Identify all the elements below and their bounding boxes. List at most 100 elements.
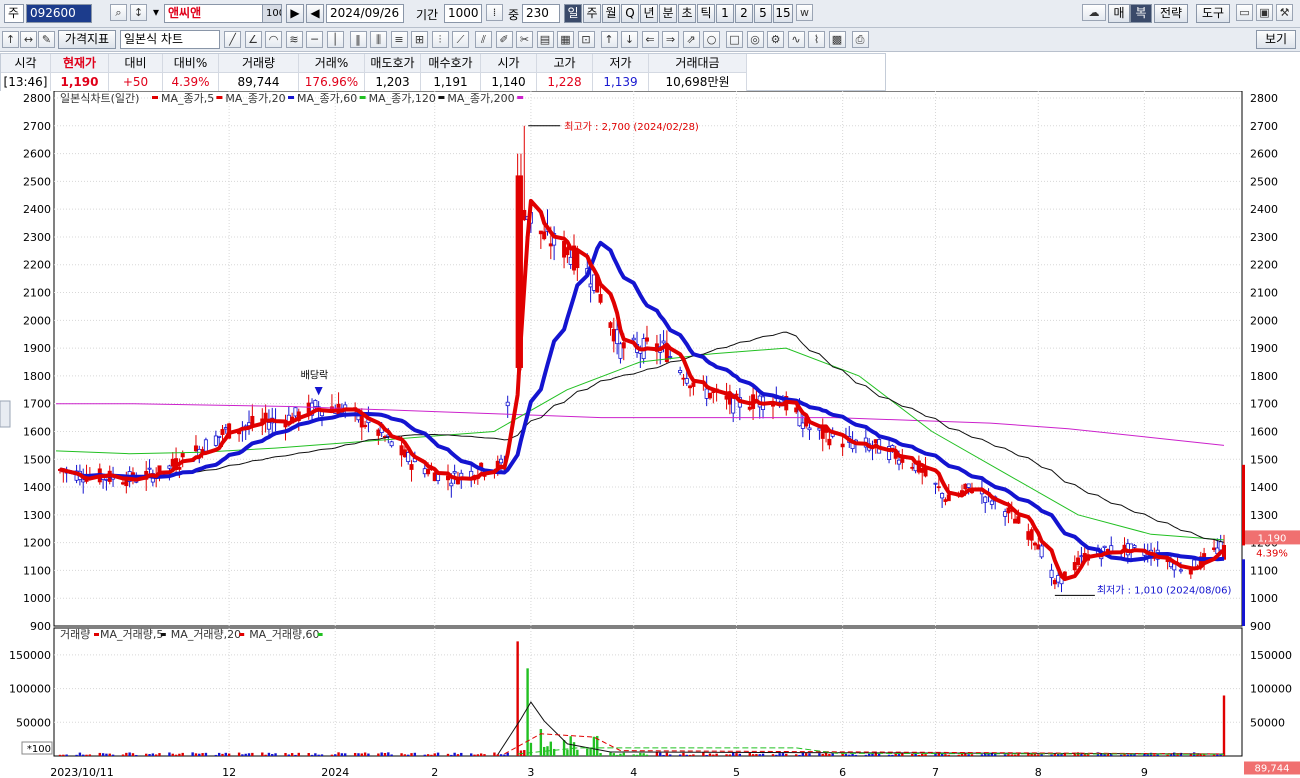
market-selector[interactable]: 주 (4, 4, 24, 23)
candle-body (591, 274, 596, 291)
dropdown-arrow-icon[interactable]: ▾ (150, 4, 160, 23)
quote-value-10: 1,139 (593, 73, 649, 92)
volume-legend-entry: MA_거래량,5 (100, 628, 163, 641)
side-toggle-icon[interactable] (0, 400, 11, 428)
timeframe-11[interactable]: 15 (773, 4, 793, 23)
indicator-tool-icon[interactable]: ▩ (828, 31, 846, 48)
angle-tool-icon[interactable]: ∠ (244, 31, 262, 48)
fill-tool-icon[interactable]: ▤ (536, 31, 554, 48)
print-tool-icon[interactable]: ⎙ (851, 31, 869, 48)
volume-bar (960, 753, 964, 756)
volume-legend-entry: MA_거래량,20 (171, 628, 241, 641)
vline-tool-icon[interactable]: │ (326, 31, 344, 48)
chart-type-select[interactable]: 일본식 차트 (120, 30, 220, 49)
price-tick-right: 1600 (1250, 425, 1278, 438)
ne-arrow-tool-icon[interactable]: ⇗ (682, 31, 700, 48)
current-volume-value: 89,744 (1255, 763, 1290, 774)
stock-code-input[interactable]: 092600 (26, 4, 92, 23)
circle-tool-icon[interactable]: ○ (703, 31, 720, 48)
timeframe-5[interactable]: 분 (659, 4, 677, 23)
arc-tool-icon[interactable]: ◠ (265, 31, 282, 48)
volume-bar (897, 754, 901, 756)
buy-button[interactable]: 매 (1108, 4, 1130, 23)
bars-tool-icon[interactable]: ⫶ (431, 31, 449, 48)
timeframe-4[interactable]: 년 (640, 4, 658, 23)
count-input[interactable]: 230 (522, 4, 560, 23)
legend-swatch (152, 96, 158, 99)
cloud-icon[interactable]: ☁ (1082, 4, 1106, 21)
left-tool-icon[interactable]: ⇐ (641, 31, 659, 48)
rect-tool-icon[interactable]: □ (726, 31, 743, 48)
wrench-icon[interactable]: ⚒ (1276, 4, 1293, 21)
zoom-tool-icon[interactable]: ◎ (746, 31, 764, 48)
volume-legend-swatch (94, 633, 99, 636)
volume-bar (483, 754, 486, 756)
price-indicator-button[interactable]: 가격지표 (58, 30, 116, 49)
color-tool-icon[interactable]: ▦ (557, 31, 574, 48)
volume-bar (314, 753, 317, 756)
timeframe-6[interactable]: 초 (678, 4, 696, 23)
candle-body (1036, 544, 1041, 550)
settings-tool-icon[interactable]: ⚙ (767, 31, 784, 48)
volume-bar (692, 754, 695, 756)
line-tool-icon[interactable]: ╱ (224, 31, 241, 48)
date-input[interactable]: 2024/09/26 (326, 4, 404, 23)
cut-tool-icon[interactable]: ✂ (516, 31, 533, 48)
volume-bar (748, 753, 751, 756)
wave-tool-icon[interactable]: ∿ (787, 31, 805, 48)
candle-body (1079, 555, 1084, 558)
parallel-tool-icon[interactable]: ⫽ (475, 31, 492, 48)
right-tool-icon[interactable]: ⇒ (662, 31, 679, 48)
left-right-icon[interactable]: ↔ (20, 31, 37, 48)
candle-body (684, 378, 689, 384)
timeframe-1[interactable]: 주 (583, 4, 601, 23)
channel-tool-icon[interactable]: ‖ (349, 31, 367, 48)
candle-body (936, 486, 941, 489)
volume-bar (738, 753, 742, 756)
compound-button[interactable]: 복 (1130, 4, 1152, 23)
price-tick-left: 1500 (23, 453, 51, 466)
quote-value-2: +50 (109, 73, 163, 92)
fan-tool-icon[interactable]: ≋ (285, 31, 303, 48)
fib-tool-icon[interactable]: ≡ (390, 31, 408, 48)
sort-icon[interactable]: ↕ (130, 4, 147, 21)
frame-tool-icon[interactable]: ⊡ (577, 31, 595, 48)
timeframe-7[interactable]: 틱 (697, 4, 715, 23)
box-tool-icon[interactable]: ⊞ (411, 31, 428, 48)
timeframe-10[interactable]: 5 (754, 4, 772, 23)
grid-icon[interactable]: ⁞ (486, 4, 503, 21)
candle-body (505, 401, 510, 407)
period-input[interactable]: 1000 (444, 4, 482, 23)
next-arrow-icon[interactable]: ▶ (286, 4, 304, 23)
cycle-tool-icon[interactable]: ⫼ (370, 31, 387, 48)
edit-icon[interactable]: ✎ (38, 31, 55, 48)
timeframe-9[interactable]: 2 (735, 4, 753, 23)
chart-w-icon[interactable]: w (796, 4, 813, 21)
trend-tool-icon[interactable]: ⟋ (452, 31, 469, 48)
strategy-button[interactable]: 전략 (1154, 4, 1188, 23)
timeframe-2[interactable]: 월 (602, 4, 620, 23)
prev-arrow-icon[interactable]: ◀ (306, 4, 324, 23)
view-button[interactable]: 보기 (1256, 30, 1296, 49)
cursor-tool-icon[interactable]: ⌇ (808, 31, 825, 48)
folder-icon[interactable]: ▭ (1236, 4, 1253, 21)
candle-body (522, 209, 527, 221)
candle-body (376, 429, 381, 436)
timeframe-8[interactable]: 1 (716, 4, 734, 23)
volume-bar (377, 753, 380, 756)
tools-button[interactable]: 도구 (1196, 4, 1230, 23)
search-icon[interactable]: ⌕ (110, 4, 127, 21)
up-tool-icon[interactable]: ↑ (600, 31, 618, 48)
timeframe-3[interactable]: Q (621, 4, 639, 23)
save-icon[interactable]: ▣ (1256, 4, 1273, 21)
pen-tool-icon[interactable]: ✐ (495, 31, 513, 48)
candle-body (515, 175, 520, 368)
volume-bar (357, 753, 360, 756)
candle-body (223, 427, 228, 430)
up-down-icon[interactable]: ↑ (2, 31, 19, 48)
down-tool-icon[interactable]: ↓ (621, 31, 638, 48)
timeframe-0[interactable]: 일 (564, 4, 582, 23)
price-tick-left: 1800 (23, 370, 51, 383)
quote-header-7: 매수호가 (421, 54, 481, 73)
hline-tool-icon[interactable]: ─ (306, 31, 323, 48)
